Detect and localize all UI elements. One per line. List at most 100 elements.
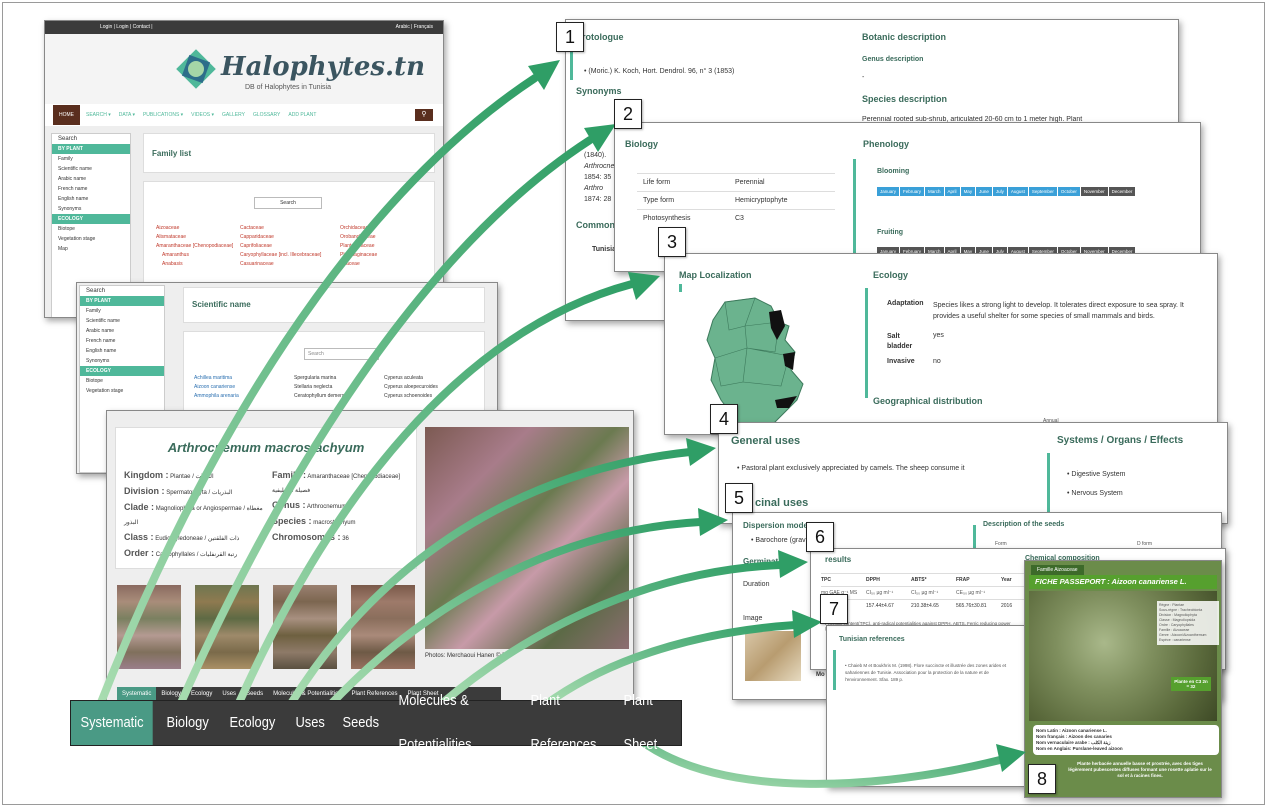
- nav-publications[interactable]: PUBLICATIONS ▾: [143, 112, 183, 118]
- search-icon-button[interactable]: ⚲: [415, 109, 433, 121]
- lang-links[interactable]: Arabic | Français: [396, 24, 433, 30]
- family-item[interactable]: Aizoaceae: [156, 224, 233, 233]
- tunisian-refs-heading: Tunisian references: [839, 636, 905, 643]
- nav-search[interactable]: SEARCH ▾: [86, 112, 111, 118]
- geo-heading: Geographical distribution: [873, 396, 983, 406]
- nav-videos[interactable]: VIDEOS ▾: [191, 112, 214, 118]
- form-label: Form: [995, 541, 1007, 547]
- sci-name-item[interactable]: Ammophila arenaria: [194, 392, 239, 401]
- sci-item-english[interactable]: English name: [80, 346, 164, 356]
- tab-biology[interactable]: Biology: [157, 701, 218, 745]
- thumbnail-image[interactable]: [117, 585, 181, 669]
- sidebar-item-french[interactable]: French name: [52, 184, 130, 194]
- small-tab-seeds[interactable]: Seeds: [241, 687, 268, 701]
- family-item[interactable]: Caprifoliaceae: [240, 242, 321, 251]
- family-item[interactable]: Orchidaceae: [340, 224, 377, 233]
- results-cell: 157.44±4.67: [866, 603, 894, 609]
- tab-ecology[interactable]: Ecology: [220, 701, 285, 745]
- sidebar-item-biotope[interactable]: Biotope: [52, 224, 130, 234]
- sci-item-synonyms[interactable]: Synonyms: [80, 356, 164, 366]
- thumbnail-image[interactable]: [273, 585, 337, 669]
- sidebar-item-map[interactable]: Map: [52, 244, 130, 254]
- sci-name-item[interactable]: Achillea maritima: [194, 374, 239, 383]
- month-tag: August: [1007, 187, 1028, 196]
- family-item[interactable]: Cactaceae: [240, 224, 321, 233]
- family-item[interactable]: Poaceae: [340, 260, 377, 269]
- tab-references[interactable]: Plant References: [521, 679, 609, 767]
- sci-col-3: Cyperus aculeata Cyperus aloepecuroides …: [384, 374, 438, 401]
- accent-bar: [570, 50, 573, 80]
- nav-glossary[interactable]: GLOSSARY: [253, 112, 280, 118]
- sidebar-section-ecology: ECOLOGY: [52, 214, 130, 224]
- month-tag: July: [992, 187, 1007, 196]
- family-search[interactable]: Search: [254, 197, 322, 209]
- family-item[interactable]: Capparidaceae: [240, 233, 321, 242]
- nav-gallery[interactable]: GALLERY: [222, 112, 245, 118]
- sci-item-family[interactable]: Family: [80, 306, 164, 316]
- family-item[interactable]: Plumbaginaceae: [340, 251, 377, 260]
- genus-desc-text: -: [862, 74, 865, 81]
- systems-list: • Digestive System • Nervous System: [1067, 465, 1125, 503]
- sci-item-french[interactable]: French name: [80, 336, 164, 346]
- small-tab-systematic[interactable]: Systematic: [117, 687, 157, 701]
- family-item[interactable]: Anabasis: [156, 260, 233, 269]
- thumbnail-image[interactable]: [195, 585, 259, 669]
- sheet-side-info: Règne : Plantae Sous-règne : Tracheobion…: [1157, 601, 1219, 645]
- callout-1: 1: [556, 22, 584, 52]
- small-tab-ecology[interactable]: Ecology: [186, 687, 217, 701]
- sci-name-item[interactable]: Cyperus schoenoides: [384, 392, 438, 401]
- form-value: D form: [1137, 541, 1152, 547]
- sci-item-scientific[interactable]: Scientific name: [80, 316, 164, 326]
- family-item[interactable]: Plantaginaceae: [340, 242, 377, 251]
- family-item[interactable]: Orobanchaceae: [340, 233, 377, 242]
- family-item[interactable]: Alismataceae: [156, 233, 233, 242]
- sidebar-item-english[interactable]: English name: [52, 194, 130, 204]
- month-tag: May: [960, 187, 976, 196]
- sci-name-item[interactable]: Ceratophyllum demersum: [294, 392, 351, 401]
- tab-uses[interactable]: Uses: [286, 701, 334, 745]
- sidebar-item-arabic[interactable]: Arabic name: [52, 174, 130, 184]
- family-item[interactable]: Amaranthus: [156, 251, 233, 260]
- thumbnail-image[interactable]: [351, 585, 415, 669]
- sci-name-item[interactable]: Aizoon canariense: [194, 383, 239, 392]
- sci-name-item[interactable]: Cyperus aloepecuroides: [384, 383, 438, 392]
- invasive-value: no: [933, 358, 941, 365]
- sci-item-biotope[interactable]: Biotope: [80, 376, 164, 386]
- small-tab-uses[interactable]: Uses: [217, 687, 241, 701]
- sci-name-item[interactable]: Stellaria neglecta: [294, 383, 351, 392]
- fruiting-label: Fruiting: [877, 229, 904, 236]
- biology-value: Hemicryptophyte: [735, 197, 788, 204]
- month-tag: January: [877, 187, 900, 196]
- kingdom-value: Plantae / النباتات: [170, 474, 214, 480]
- tab-seeds[interactable]: Seeds: [333, 701, 389, 745]
- nav-home[interactable]: HOME: [53, 105, 80, 125]
- results-cell: DPPH: [866, 577, 880, 583]
- sheet-badge: Plante en C3 2n = 32: [1171, 677, 1211, 691]
- reference-text: Chaieb M et Boukhris M. (1998). Flore su…: [845, 663, 1007, 682]
- small-tab-molecules[interactable]: Molecules & Potentialities: [268, 687, 346, 701]
- sci-item-vegetation[interactable]: Vegetation stage: [80, 386, 164, 396]
- sidebar-item-vegetation[interactable]: Vegetation stage: [52, 234, 130, 244]
- sci-name-item[interactable]: Spergularia marina: [294, 374, 351, 383]
- sidebar-item-family[interactable]: Family: [52, 154, 130, 164]
- family-item[interactable]: Casuarinaceae: [240, 260, 321, 269]
- sidebar-section-plant: BY PLANT: [52, 144, 130, 154]
- sci-search-input[interactable]: Search: [304, 348, 379, 360]
- nav-add-plant[interactable]: ADD PLANT: [288, 112, 316, 118]
- top-bar: Login | Login | Contact | Arabic | Franç…: [45, 21, 443, 34]
- sidebar-item-synonyms[interactable]: Synonyms: [52, 204, 130, 214]
- tab-plant-sheet[interactable]: Plant Sheet: [614, 679, 679, 767]
- biology-key: Photosynthesis: [643, 215, 691, 222]
- genus-label: Genus :: [272, 500, 306, 510]
- tab-molecules[interactable]: Molecules & Potentialities: [389, 679, 510, 767]
- nav-data[interactable]: DATA ▾: [119, 112, 135, 118]
- sci-name-item[interactable]: Cyperus aculeata: [384, 374, 438, 383]
- top-links[interactable]: Login | Login | Contact |: [100, 24, 153, 30]
- small-tab-biology[interactable]: Biology: [156, 687, 186, 701]
- family-item[interactable]: Caryophyllaceae [incl. Illecebraceae]: [240, 251, 321, 260]
- sidebar-item-scientific[interactable]: Scientific name: [52, 164, 130, 174]
- tab-systematic[interactable]: Systematic: [71, 701, 154, 745]
- sheet-desc: Plante herbacée annuelle basse et prostr…: [1068, 761, 1212, 778]
- family-item[interactable]: Amaranthaceae [Chenopodiaceae]: [156, 242, 233, 251]
- sci-item-arabic[interactable]: Arabic name: [80, 326, 164, 336]
